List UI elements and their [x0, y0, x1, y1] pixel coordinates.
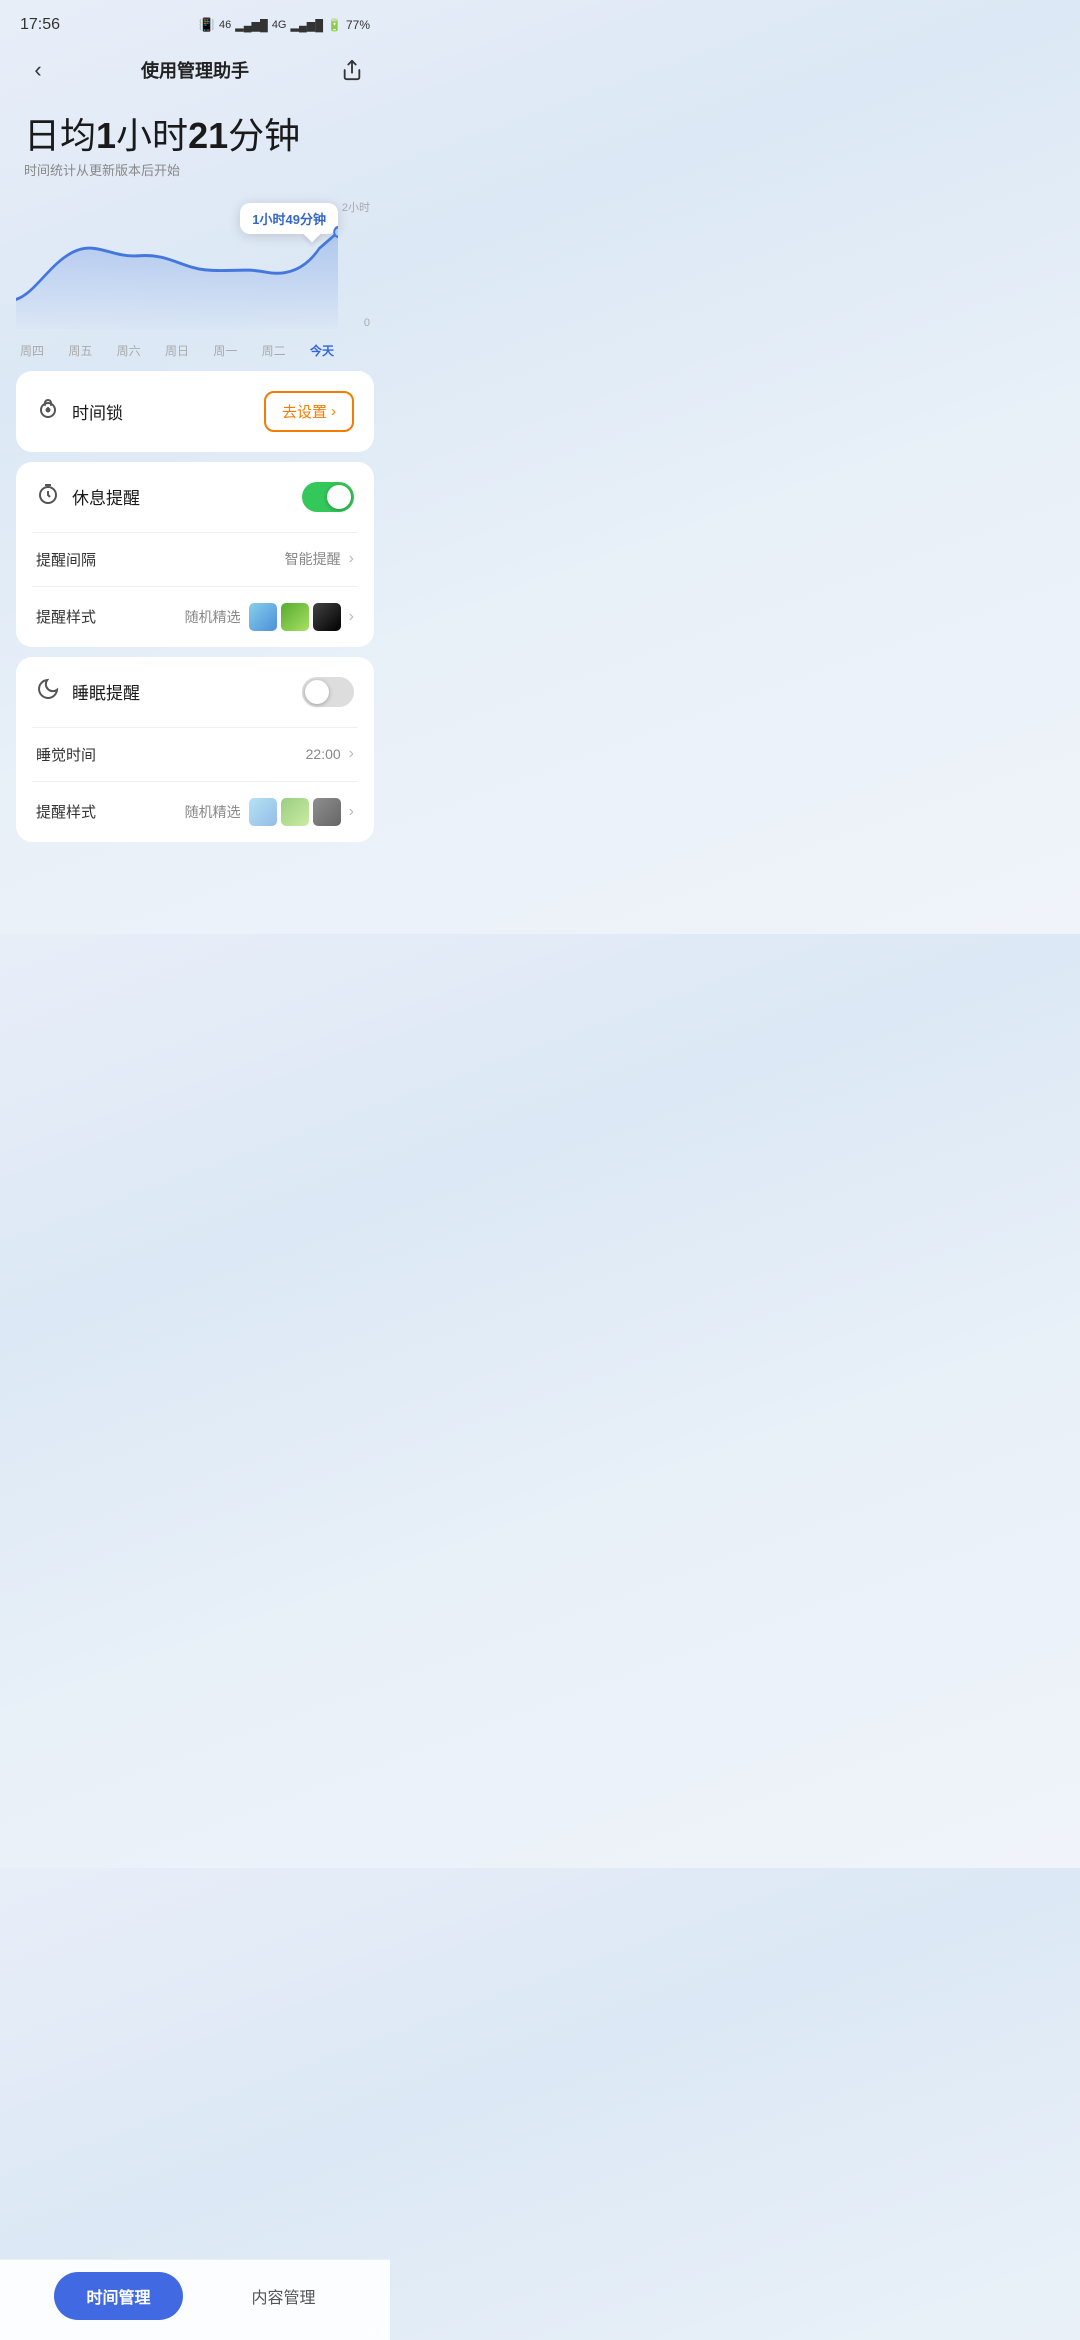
- x-label-thu: 周四: [20, 342, 44, 359]
- avg-time-display: 日均1小时21分钟: [24, 116, 366, 156]
- share-icon: [341, 59, 363, 81]
- thumbnail-grass-1: [281, 603, 309, 631]
- x-label-sat: 周六: [117, 342, 141, 359]
- style-value-group: 随机精选 ›: [185, 603, 354, 631]
- moon-icon: [36, 677, 60, 701]
- battery-percent: 77%: [346, 18, 370, 32]
- setup-btn-label: 去设置: [282, 401, 327, 422]
- nav-time-label: 时间管理: [86, 2290, 150, 2307]
- style-label: 提醒样式: [36, 606, 96, 627]
- interval-value-group: 智能提醒 ›: [285, 549, 354, 569]
- style-thumbnails: [249, 603, 341, 631]
- page-title: 使用管理助手: [141, 57, 249, 83]
- style-chevron: ›: [349, 608, 354, 626]
- sleep-toggle[interactable]: [302, 677, 354, 707]
- avg-subtitle: 时间统计从更新版本后开始: [24, 160, 366, 179]
- interval-row[interactable]: 提醒间隔 智能提醒 ›: [16, 533, 374, 586]
- thumbnail-dark-1: [313, 603, 341, 631]
- sleep-main-row: 睡眠提醒: [16, 657, 374, 727]
- sleep-style-label: 提醒样式: [36, 801, 96, 822]
- chart-container: 2小时 0 1小时49分钟 周四 周五 周六 周日: [16, 199, 374, 359]
- avg-mins-unit: 分钟: [228, 115, 300, 156]
- thumbnail-dark-2: [313, 798, 341, 826]
- sleep-time-chevron: ›: [349, 745, 354, 763]
- avg-hours-num: 1: [96, 115, 116, 156]
- sleep-time-value: 22:00: [306, 746, 341, 762]
- time-lock-label: 时间锁: [72, 399, 123, 424]
- cards-section: 时间锁 去设置 › 休息提醒: [0, 359, 390, 854]
- time-lock-left: 时间锁: [36, 396, 123, 426]
- avg-mins-num: 21: [188, 115, 228, 156]
- thumbnail-sky-1: [249, 603, 277, 631]
- x-label-sun: 周日: [165, 342, 189, 359]
- rest-label: 休息提醒: [72, 484, 140, 509]
- back-button[interactable]: ‹: [20, 52, 56, 88]
- signal-4g-icon: 46: [219, 19, 231, 31]
- y-label-2h: 2小时: [342, 199, 370, 215]
- interval-value-text: 智能提醒: [285, 549, 341, 569]
- nav-time-management[interactable]: 时间管理: [54, 2272, 182, 2320]
- chart-area: [16, 232, 338, 329]
- share-button[interactable]: [334, 52, 370, 88]
- time-lock-row: 时间锁 去设置 ›: [16, 371, 374, 452]
- sleep-reminder-card: 睡眠提醒 睡觉时间 22:00 › 提醒样式 随机精选: [16, 657, 374, 842]
- setup-btn-chevron: ›: [331, 403, 336, 420]
- nav-content-management[interactable]: 内容管理: [231, 2272, 335, 2320]
- timer-icon: [36, 482, 60, 506]
- sleep-time-value-group: 22:00 ›: [306, 745, 354, 763]
- status-time: 17:56: [20, 16, 60, 34]
- rest-reminder-card: 休息提醒 提醒间隔 智能提醒 › 提醒样式 随机精选: [16, 462, 374, 647]
- signal-bars-2-icon: ▂▄▆█: [291, 19, 324, 32]
- sleep-icon: [36, 677, 60, 707]
- sleep-left: 睡眠提醒: [36, 677, 140, 707]
- rest-icon: [36, 482, 60, 512]
- signal-bars-icon: ▂▄▆█: [235, 19, 268, 32]
- rest-left: 休息提醒: [36, 482, 140, 512]
- status-icons: 📳 46 ▂▄▆█ 4G ▂▄▆█ 🔋 77%: [199, 17, 370, 33]
- sleep-label: 睡眠提醒: [72, 679, 140, 704]
- sleep-style-row[interactable]: 提醒样式 随机精选 ›: [16, 782, 374, 842]
- nav-content-label: 内容管理: [251, 2290, 315, 2307]
- style-value-text: 随机精选: [185, 607, 241, 627]
- x-label-today: 今天: [310, 342, 334, 359]
- signal-4g-2-icon: 4G: [272, 19, 287, 31]
- chart-svg: [16, 199, 338, 329]
- x-label-fri: 周五: [68, 342, 92, 359]
- style-row[interactable]: 提醒样式 随机精选 ›: [16, 587, 374, 647]
- rest-toggle-knob: [327, 485, 351, 509]
- vibrate-icon: 📳: [199, 17, 215, 33]
- avg-hours-unit: 小时: [116, 115, 188, 156]
- stats-section: 日均1小时21分钟 时间统计从更新版本后开始: [0, 100, 390, 187]
- sleep-time-label: 睡觉时间: [36, 744, 96, 765]
- status-bar: 17:56 📳 46 ▂▄▆█ 4G ▂▄▆█ 🔋 77%: [0, 0, 390, 44]
- rest-main-row: 休息提醒: [16, 462, 374, 532]
- rest-toggle[interactable]: [302, 482, 354, 512]
- sleep-style-chevron: ›: [349, 803, 354, 821]
- sleep-style-value-group: 随机精选 ›: [185, 798, 354, 826]
- lock-clock-icon: [36, 396, 60, 420]
- sleep-toggle-knob: [305, 680, 329, 704]
- interval-label: 提醒间隔: [36, 549, 96, 570]
- thumbnail-grass-2: [281, 798, 309, 826]
- bottom-spacer: [0, 854, 390, 934]
- sleep-style-value: 随机精选: [185, 802, 241, 822]
- chart-svg-wrapper: [16, 199, 338, 329]
- x-label-mon: 周一: [213, 342, 237, 359]
- interval-chevron: ›: [349, 550, 354, 568]
- y-label-0: 0: [364, 317, 370, 329]
- header: ‹ 使用管理助手: [0, 44, 390, 100]
- bottom-nav: 时间管理 内容管理: [0, 2259, 390, 2340]
- x-label-tue: 周二: [262, 342, 286, 359]
- sleep-time-row[interactable]: 睡觉时间 22:00 ›: [16, 728, 374, 781]
- chart-x-labels: 周四 周五 周六 周日 周一 周二 今天: [16, 342, 338, 359]
- time-lock-card: 时间锁 去设置 ›: [16, 371, 374, 452]
- thumbnail-sky-2: [249, 798, 277, 826]
- sleep-style-thumbnails: [249, 798, 341, 826]
- back-icon: ‹: [34, 57, 41, 83]
- chart-y-labels: 2小时 0: [342, 199, 374, 329]
- time-lock-icon: [36, 396, 60, 426]
- avg-prefix: 日均: [24, 115, 96, 156]
- battery-icon: 🔋: [327, 18, 342, 32]
- setup-button[interactable]: 去设置 ›: [264, 391, 354, 432]
